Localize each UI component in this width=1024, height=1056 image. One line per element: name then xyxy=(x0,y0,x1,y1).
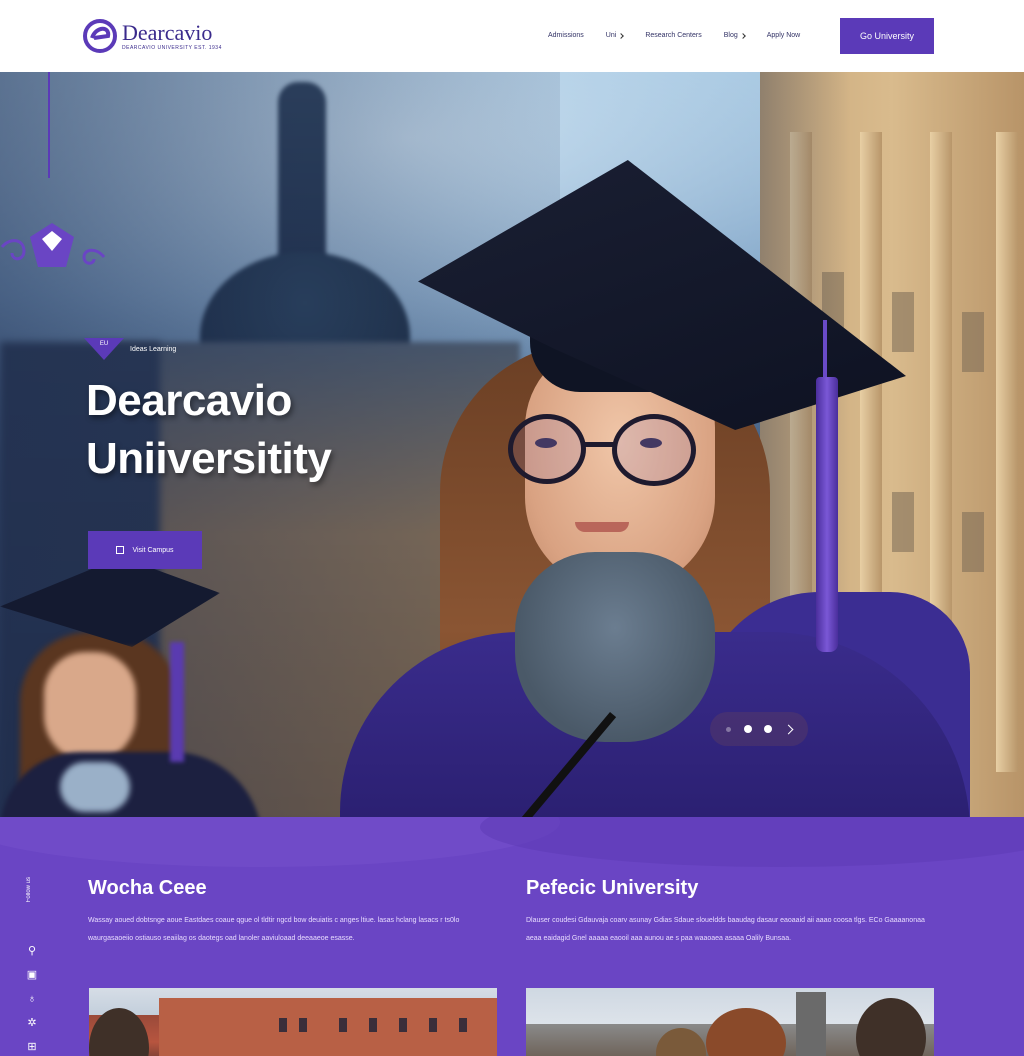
chevron-down-icon xyxy=(618,32,625,39)
logo-tagline: DEARCAVIO UNIVERSITY EST. 1934 xyxy=(122,44,222,51)
nav-item-uni[interactable]: Uni xyxy=(606,32,625,39)
info-column-right: Pefecic University Dlauser coudesi Gdauv… xyxy=(526,877,936,948)
info-left-body: Wassay aoued dobtsnge aoue Eastdaes coau… xyxy=(88,917,460,942)
decorative-line xyxy=(48,72,50,178)
info-column-left: Wocha Ceee Wassay aoued dobtsnge aoue Ea… xyxy=(88,877,498,948)
hero-eyebrow-text: Ideas Learning xyxy=(130,345,177,353)
crest-ornament-icon xyxy=(0,223,106,267)
hero-section: EU Ideas Learning Dearcavio Uniiversitit… xyxy=(0,72,1024,817)
slider-dot-3[interactable] xyxy=(764,725,773,733)
social-label: Follow us xyxy=(26,877,32,903)
calendar-icon xyxy=(116,546,125,554)
info-icon[interactable]: ▣ xyxy=(26,969,38,981)
star-icon[interactable]: ✲ xyxy=(26,1017,38,1029)
tassel xyxy=(816,377,838,652)
campus-image-right[interactable] xyxy=(526,988,934,1056)
chevron-right-icon[interactable] xyxy=(783,724,794,734)
info-left-title: Wocha Ceee xyxy=(88,877,207,899)
hero-badge: EU xyxy=(84,338,124,360)
slider-dot-1[interactable] xyxy=(726,726,732,732)
chevron-down-icon xyxy=(739,32,746,39)
site-header: Dearcavio DEARCAVIO UNIVERSITY EST. 1934… xyxy=(0,0,1024,72)
hero-title: Dearcavio Uniiversitity xyxy=(86,376,332,483)
logo[interactable]: Dearcavio DEARCAVIO UNIVERSITY EST. 1934 xyxy=(82,18,222,54)
share-icon[interactable]: ⚲ xyxy=(26,945,38,957)
location-icon[interactable]: ♁ xyxy=(26,993,38,1005)
hero-cta-button[interactable]: Visit Campus xyxy=(88,531,202,569)
info-section: Follow us ⚲ ▣ ♁ ✲ ⊞ Wocha Ceee Wassay ao… xyxy=(0,817,1024,1056)
hero-eyebrow: EU Ideas Learning xyxy=(84,338,176,360)
main-nav: Admissions Uni Research Centers Blog App… xyxy=(548,32,800,39)
logo-name: Dearcavio xyxy=(122,19,213,45)
social-icons: ⚲ ▣ ♁ ✲ ⊞ xyxy=(26,945,38,1053)
header-cta-button[interactable]: Go University xyxy=(840,18,934,54)
grid-icon[interactable]: ⊞ xyxy=(26,1041,38,1053)
nav-item-admissions[interactable]: Admissions xyxy=(548,32,584,39)
nav-item-research[interactable]: Research Centers xyxy=(645,32,701,39)
logo-mark-icon xyxy=(83,19,117,53)
slider-dot-2[interactable] xyxy=(743,725,752,733)
nav-item-apply[interactable]: Apply Now xyxy=(767,32,800,39)
nav-item-blog[interactable]: Blog xyxy=(724,32,746,39)
info-right-body: Dlauser coudesi Gdauvaja coarv asunay Gd… xyxy=(526,917,925,942)
info-right-title: Pefecic University xyxy=(526,877,699,899)
campus-image-left[interactable] xyxy=(89,988,497,1056)
slider-controls xyxy=(710,712,808,746)
